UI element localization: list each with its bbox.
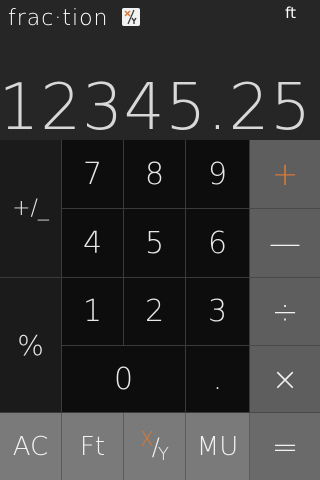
- digit-8-button[interactable]: 8: [124, 140, 186, 209]
- decimal-point-button[interactable]: .: [186, 346, 250, 413]
- digit-5-button[interactable]: 5: [124, 209, 186, 278]
- feet-label: Ft: [79, 431, 106, 462]
- fraction-xy-button[interactable]: X / Y: [124, 413, 186, 480]
- digit-9-label: 9: [207, 156, 228, 192]
- digit-9-button[interactable]: 9: [186, 140, 250, 209]
- digit-0-label: 0: [113, 361, 134, 397]
- digit-3-label: 3: [207, 294, 228, 329]
- fraction-xy-icon[interactable]: [122, 8, 140, 26]
- decimal-point-label: .: [212, 361, 223, 397]
- feet-button[interactable]: Ft: [62, 413, 124, 480]
- digit-7-button[interactable]: 7: [62, 140, 124, 209]
- all-clear-label: AC: [12, 431, 49, 462]
- digit-4-button[interactable]: 4: [62, 209, 124, 278]
- digit-2-button[interactable]: 2: [124, 278, 186, 346]
- xy-y-label: Y: [157, 444, 169, 465]
- minus-button[interactable]: —: [250, 209, 320, 278]
- plus-button[interactable]: +: [250, 140, 320, 209]
- unit-label[interactable]: ft: [285, 4, 296, 22]
- equals-label: =: [271, 427, 299, 466]
- digit-1-label: 1: [82, 294, 103, 329]
- digit-4-label: 4: [82, 225, 103, 261]
- digit-6-button[interactable]: 6: [186, 209, 250, 278]
- all-clear-button[interactable]: AC: [0, 413, 62, 480]
- equals-button[interactable]: =: [250, 413, 320, 480]
- digit-7-label: 7: [82, 156, 103, 192]
- digit-1-button[interactable]: 1: [62, 278, 124, 346]
- minus-label: —: [269, 224, 301, 262]
- plus-minus-button[interactable]: +/_: [0, 140, 62, 278]
- multiply-label: ×: [271, 360, 299, 398]
- app-title: frac·tion: [8, 6, 109, 31]
- divide-button[interactable]: ÷: [250, 278, 320, 346]
- digit-5-label: 5: [144, 225, 165, 261]
- digit-8-label: 8: [144, 156, 165, 192]
- memory-unit-label: MU: [196, 431, 239, 462]
- display-value: 12345.25: [0, 71, 312, 145]
- plus-minus-label: +/_: [12, 196, 49, 221]
- percent-button[interactable]: %: [0, 278, 62, 413]
- memory-unit-button[interactable]: MU: [186, 413, 250, 480]
- multiply-button[interactable]: ×: [250, 346, 320, 413]
- divide-label: ÷: [271, 292, 299, 331]
- digit-0-button[interactable]: 0: [62, 346, 186, 413]
- digit-2-label: 2: [144, 294, 165, 329]
- plus-label: +: [271, 155, 299, 193]
- header-area: frac·tion ft 12345.25: [0, 0, 320, 140]
- xy-x-label: X: [140, 426, 154, 451]
- digit-3-button[interactable]: 3: [186, 278, 250, 346]
- digit-6-label: 6: [207, 225, 228, 261]
- percent-label: %: [17, 328, 44, 362]
